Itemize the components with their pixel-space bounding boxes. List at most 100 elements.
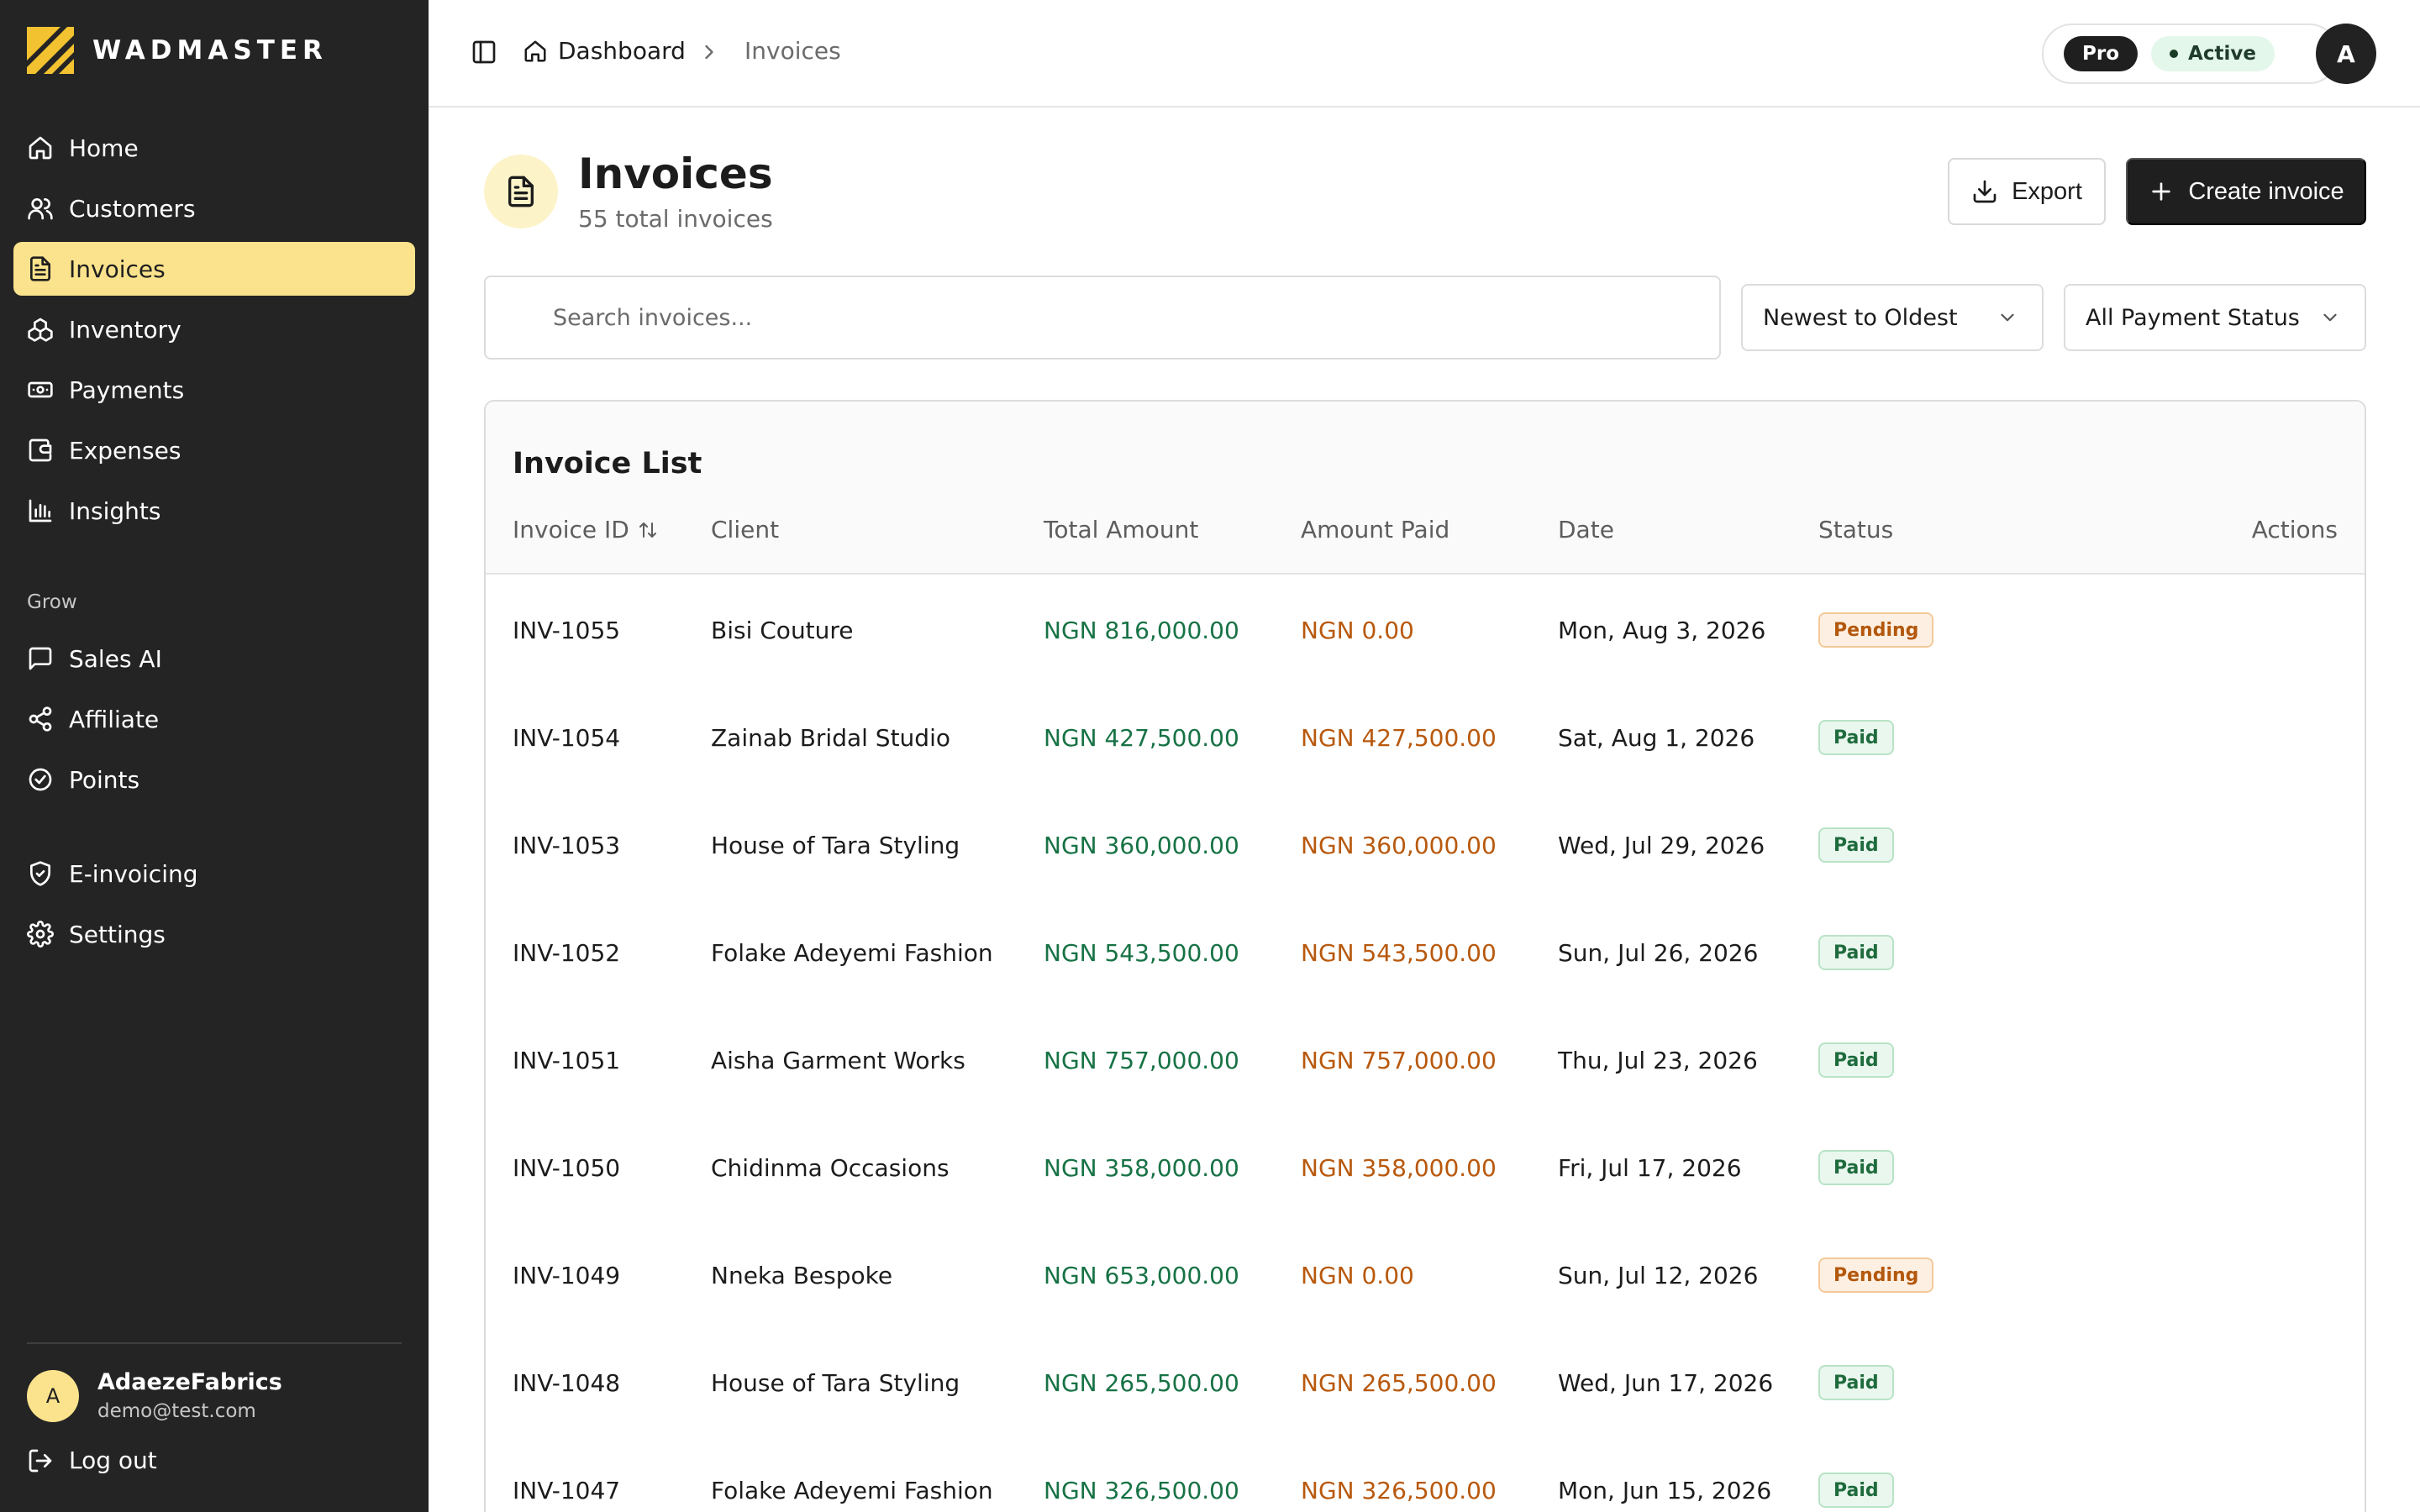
date-cell: Mon, Jun 15, 2026 (1558, 1476, 1772, 1504)
date-cell: Mon, Aug 3, 2026 (1558, 616, 1766, 644)
table-row[interactable]: INV-1050 Chidinma Occasions NGN 358,000.00… (486, 1114, 2365, 1221)
status-cell: Paid (1818, 1006, 1894, 1114)
sidebar-item-e-invoicing[interactable]: E-invoicing (13, 847, 415, 900)
date-cell: Wed, Jun 17, 2026 (1558, 1368, 1774, 1397)
logout-label: Log out (69, 1446, 157, 1474)
amount-paid-cell: NGN 358,000.00 (1301, 1153, 1497, 1182)
sidebar-item-payments[interactable]: Payments (13, 363, 415, 417)
status-label: Active (2188, 43, 2256, 65)
column-header-actions: Actions (2251, 516, 2338, 543)
plan-status-pill[interactable]: Pro Active (2042, 24, 2339, 84)
sidebar-item-sales-ai[interactable]: Sales AI (13, 632, 415, 685)
chevron-right-icon (705, 45, 713, 60)
date-cell: Wed, Jul 29, 2026 (1558, 831, 1765, 859)
client-cell: Folake Adeyemi Fashion (711, 1476, 993, 1504)
breadcrumb-dashboard[interactable]: Dashboard (523, 37, 686, 65)
client-cell: Folake Adeyemi Fashion (711, 938, 993, 967)
table-row[interactable]: INV-1053 House of Tara Styling NGN 360,000… (486, 791, 2365, 899)
sidebar-item-expenses[interactable]: Expenses (13, 423, 415, 477)
amount-paid-cell: NGN 543,500.00 (1301, 938, 1497, 967)
table-row[interactable]: INV-1049 Nneka Bespoke NGN 653,000.00 NGN 0… (486, 1221, 2365, 1329)
client-cell: Bisi Couture (711, 616, 854, 644)
sidebar-divider (27, 1342, 402, 1344)
sidebar-item-home[interactable]: Home (13, 121, 415, 175)
download-icon (1973, 180, 1996, 203)
invoice-list-title: Invoice List (513, 447, 702, 480)
avatar: A (27, 1369, 79, 1422)
sidebar-item-invoices[interactable]: Invoices (13, 242, 415, 296)
breadcrumb-current: Invoices (744, 37, 841, 65)
table-row[interactable]: INV-1052 Folake Adeyemi Fashion NGN 543,50… (486, 899, 2365, 1006)
file-text-icon (30, 256, 50, 281)
table-row[interactable]: INV-1055 Bisi Couture NGN 816,000.00 NGN 0.… (486, 576, 2365, 684)
message-square-icon (29, 647, 52, 670)
sidebar-item-label: Invoices (69, 255, 166, 283)
sidebar-item-customers[interactable]: Customers (13, 181, 415, 235)
sidebar-item-label: Affiliate (69, 705, 160, 733)
table-row[interactable]: INV-1051 Aisha Garment Works NGN 757,000.0… (486, 1006, 2365, 1114)
status-badge: Paid (1818, 827, 1894, 863)
amount-paid-cell: NGN 427,500.00 (1301, 723, 1497, 752)
sort-arrows-icon (639, 522, 656, 538)
total-amount-cell: NGN 326,500.00 (1044, 1476, 1239, 1504)
date-cell: Fri, Jul 17, 2026 (1558, 1153, 1742, 1182)
status-cell: Paid (1818, 684, 1894, 791)
sort-select[interactable]: Newest to Oldest (1741, 284, 2044, 351)
amount-paid-cell: NGN 265,500.00 (1301, 1368, 1497, 1397)
client-cell: House of Tara Styling (711, 831, 960, 859)
status-badge: Paid (1818, 1150, 1894, 1185)
sidebar-item-label: Payments (69, 375, 185, 404)
create-invoice-label: Create invoice (2188, 177, 2344, 205)
sidebar-item-points[interactable]: Points (13, 753, 415, 806)
status-badge: Paid (1818, 1365, 1894, 1400)
table-header: Invoice List Invoice ID Client Total Amo… (486, 402, 2365, 575)
create-invoice-button[interactable]: Create invoice (2126, 158, 2366, 225)
search-input[interactable] (484, 276, 1721, 360)
amount-paid-cell: NGN 0.00 (1301, 616, 1414, 644)
export-button[interactable]: Export (1948, 158, 2106, 225)
total-amount-cell: NGN 816,000.00 (1044, 616, 1239, 644)
date-cell: Thu, Jul 23, 2026 (1558, 1046, 1758, 1074)
sidebar-item-label: Sales AI (69, 644, 162, 673)
column-header-paid: Amount Paid (1301, 516, 1450, 543)
column-header-date: Date (1558, 516, 1614, 543)
user-avatar-button[interactable]: A (2316, 24, 2376, 84)
status-dot (2170, 50, 2179, 58)
sidebar-item-inventory[interactable]: Inventory (13, 302, 415, 356)
brand-logo[interactable]: WADMASTER (27, 27, 328, 74)
date-cell: Sun, Jul 26, 2026 (1558, 938, 1759, 967)
invoice-id-cell: INV-1052 (513, 938, 621, 967)
total-amount-cell: NGN 757,000.00 (1044, 1046, 1239, 1074)
status-cell: Paid (1818, 1436, 1894, 1512)
invoice-id-cell: INV-1048 (513, 1368, 621, 1397)
user-name: AdaezeFabrics (97, 1369, 282, 1395)
status-badge: Paid (1818, 1042, 1894, 1078)
export-label: Export (2012, 177, 2082, 205)
payment-status-select[interactable]: All Payment Status (2064, 284, 2366, 351)
brand-name: WADMASTER (92, 35, 328, 66)
sidebar-item-settings[interactable]: Settings (13, 907, 415, 961)
status-cell: Pending (1818, 1221, 1934, 1329)
sidebar: WADMASTER Home Customers Invoices Invent… (0, 0, 429, 1512)
sidebar-toggle-icon[interactable] (471, 39, 497, 66)
total-amount-cell: NGN 653,000.00 (1044, 1261, 1239, 1289)
home-icon (29, 136, 52, 160)
table-row[interactable]: INV-1054 Zainab Bridal Studio NGN 427,500.… (486, 684, 2365, 791)
invoice-id-cell: INV-1050 (513, 1153, 621, 1182)
status-cell: Paid (1818, 791, 1894, 899)
status-select-value: All Payment Status (2086, 304, 2300, 331)
sidebar-item-insights[interactable]: Insights (13, 484, 415, 538)
sidebar-item-label: Customers (69, 194, 196, 223)
breadcrumb-home-label: Dashboard (558, 37, 686, 65)
status-badge: Paid (1818, 720, 1894, 755)
logout-button[interactable]: Log out (27, 1446, 157, 1474)
share-icon (29, 706, 52, 732)
sidebar-item-affiliate[interactable]: Affiliate (13, 692, 415, 746)
table-row[interactable]: INV-1048 House of Tara Styling NGN 265,500… (486, 1329, 2365, 1436)
plus-icon (2152, 182, 2170, 201)
column-header-invoice-id[interactable]: Invoice ID (513, 516, 658, 543)
user-profile[interactable]: A AdaezeFabrics demo@test.com (27, 1369, 282, 1422)
invoice-id-cell: INV-1053 (513, 831, 621, 859)
table-row[interactable]: INV-1047 Folake Adeyemi Fashion NGN 326,50… (486, 1436, 2365, 1512)
column-label: Invoice ID (513, 516, 629, 543)
